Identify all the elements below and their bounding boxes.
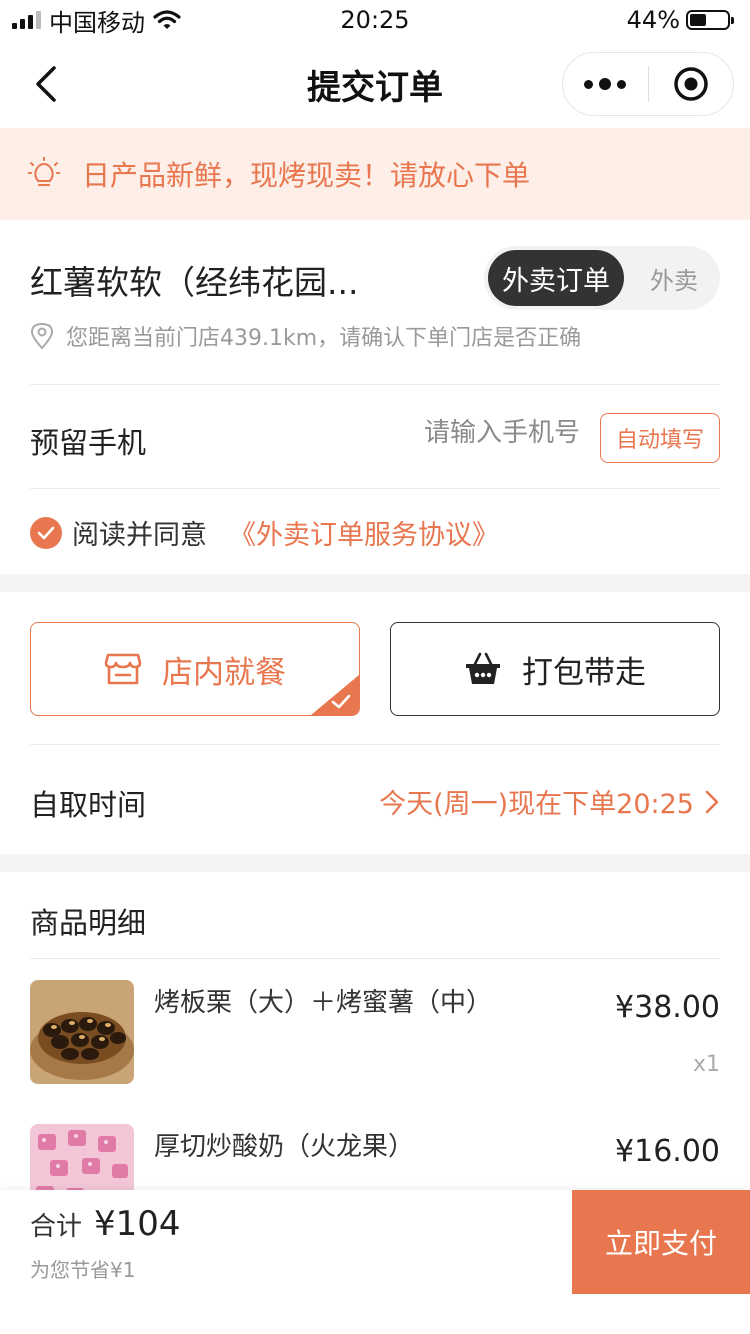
notice-text: 日产品新鲜，现烤现卖！请放心下单 [82, 159, 531, 192]
checkout-bar: 合计 ¥104 为您节省¥1 立即支付 [0, 1190, 750, 1294]
pickup-time-value: 今天(周一)现在下单20:25 [379, 789, 694, 820]
saved-amount: 为您节省¥1 [30, 1258, 136, 1282]
goods-item[interactable]: 烤板栗（大）＋烤蜜薯（中） ¥38.00 x1 [30, 980, 720, 1084]
item-price: ¥38.00 [615, 990, 720, 1025]
takeaway-label: 打包带走 [522, 654, 646, 691]
basket-icon [466, 652, 500, 684]
page-title: 提交订单 [307, 67, 443, 108]
divider [30, 488, 720, 489]
agreement-row: 阅读并同意 《外卖订单服务协议》 [30, 513, 499, 552]
divider [30, 384, 720, 385]
autofill-button[interactable]: 自动填写 [600, 413, 720, 463]
battery-percent: 44% [626, 6, 680, 34]
agreement-link[interactable]: 《外卖订单服务协议》 [229, 513, 499, 552]
item-price: ¥16.00 [615, 1134, 720, 1169]
dine-in-label: 店内就餐 [162, 654, 286, 691]
phone-input[interactable] [360, 418, 580, 448]
item-name: 烤板栗（大）＋烤蜜薯（中） [154, 988, 493, 1018]
total-label: 合计 [30, 1212, 83, 1242]
status-bar: 中国移动 20:25 44% [0, 0, 750, 40]
nav-bar: 提交订单 [0, 40, 750, 128]
store-icon [104, 653, 142, 685]
miniapp-capsule [562, 52, 734, 116]
signal-icon [12, 11, 41, 29]
status-left: 中国移动 [12, 3, 181, 38]
mode-option-active[interactable]: 外卖订单 [488, 250, 624, 306]
location-pin-icon [30, 322, 54, 350]
store-name[interactable]: 红薯软软（经纬花园... [30, 256, 358, 304]
phone-label: 预留手机 [30, 426, 147, 460]
order-mode-switch[interactable]: 外卖订单 外卖 [484, 246, 720, 310]
chevron-right-icon [705, 790, 719, 813]
total-row: 合计 ¥104 [30, 1204, 181, 1244]
carrier-label: 中国移动 [49, 8, 145, 37]
store-card: 红薯软软（经纬花园... 外卖订单 外卖 您距离当前门店439.1km，请确认下… [0, 220, 750, 574]
mode-option-inactive[interactable]: 外卖 [634, 246, 714, 310]
wifi-icon [153, 10, 181, 29]
lightbulb-icon [28, 157, 60, 186]
selected-corner-icon [311, 675, 359, 715]
item-name: 厚切炒酸奶（火龙果） [154, 1132, 415, 1162]
divider [30, 744, 720, 745]
more-dots-icon[interactable] [563, 78, 648, 90]
distance-hint: 您距离当前门店439.1km，请确认下单门店是否正确 [30, 320, 581, 352]
distance-text: 您距离当前门店439.1km，请确认下单门店是否正确 [66, 326, 582, 351]
product-image-chestnut [30, 980, 134, 1084]
chevron-left-icon[interactable] [28, 62, 68, 106]
dining-card: 店内就餐 打包带走 自取时间 今天(周一)现在下单20:25 [0, 592, 750, 854]
pickup-time-selector[interactable]: 今天(周一)现在下单20:25 [379, 782, 720, 821]
pickup-time-label: 自取时间 [30, 788, 147, 822]
battery-fill [690, 14, 706, 26]
item-quantity: x1 [692, 1052, 720, 1077]
battery-icon [686, 10, 734, 30]
notice-banner: 日产品新鲜，现烤现卖！请放心下单 [0, 128, 750, 220]
takeaway-option[interactable]: 打包带走 [390, 622, 720, 716]
divider [30, 958, 720, 959]
goods-title: 商品明细 [30, 906, 147, 940]
home-indicator-area [0, 1294, 750, 1334]
checkbox-checked-icon[interactable] [30, 516, 62, 549]
dine-in-option[interactable]: 店内就餐 [30, 622, 360, 716]
agreement-text: 阅读并同意 [72, 520, 207, 551]
target-circle-icon[interactable] [649, 66, 734, 102]
total-amount: ¥104 [94, 1204, 181, 1244]
status-right: 44% [626, 6, 734, 34]
pay-now-button[interactable]: 立即支付 [572, 1190, 750, 1294]
